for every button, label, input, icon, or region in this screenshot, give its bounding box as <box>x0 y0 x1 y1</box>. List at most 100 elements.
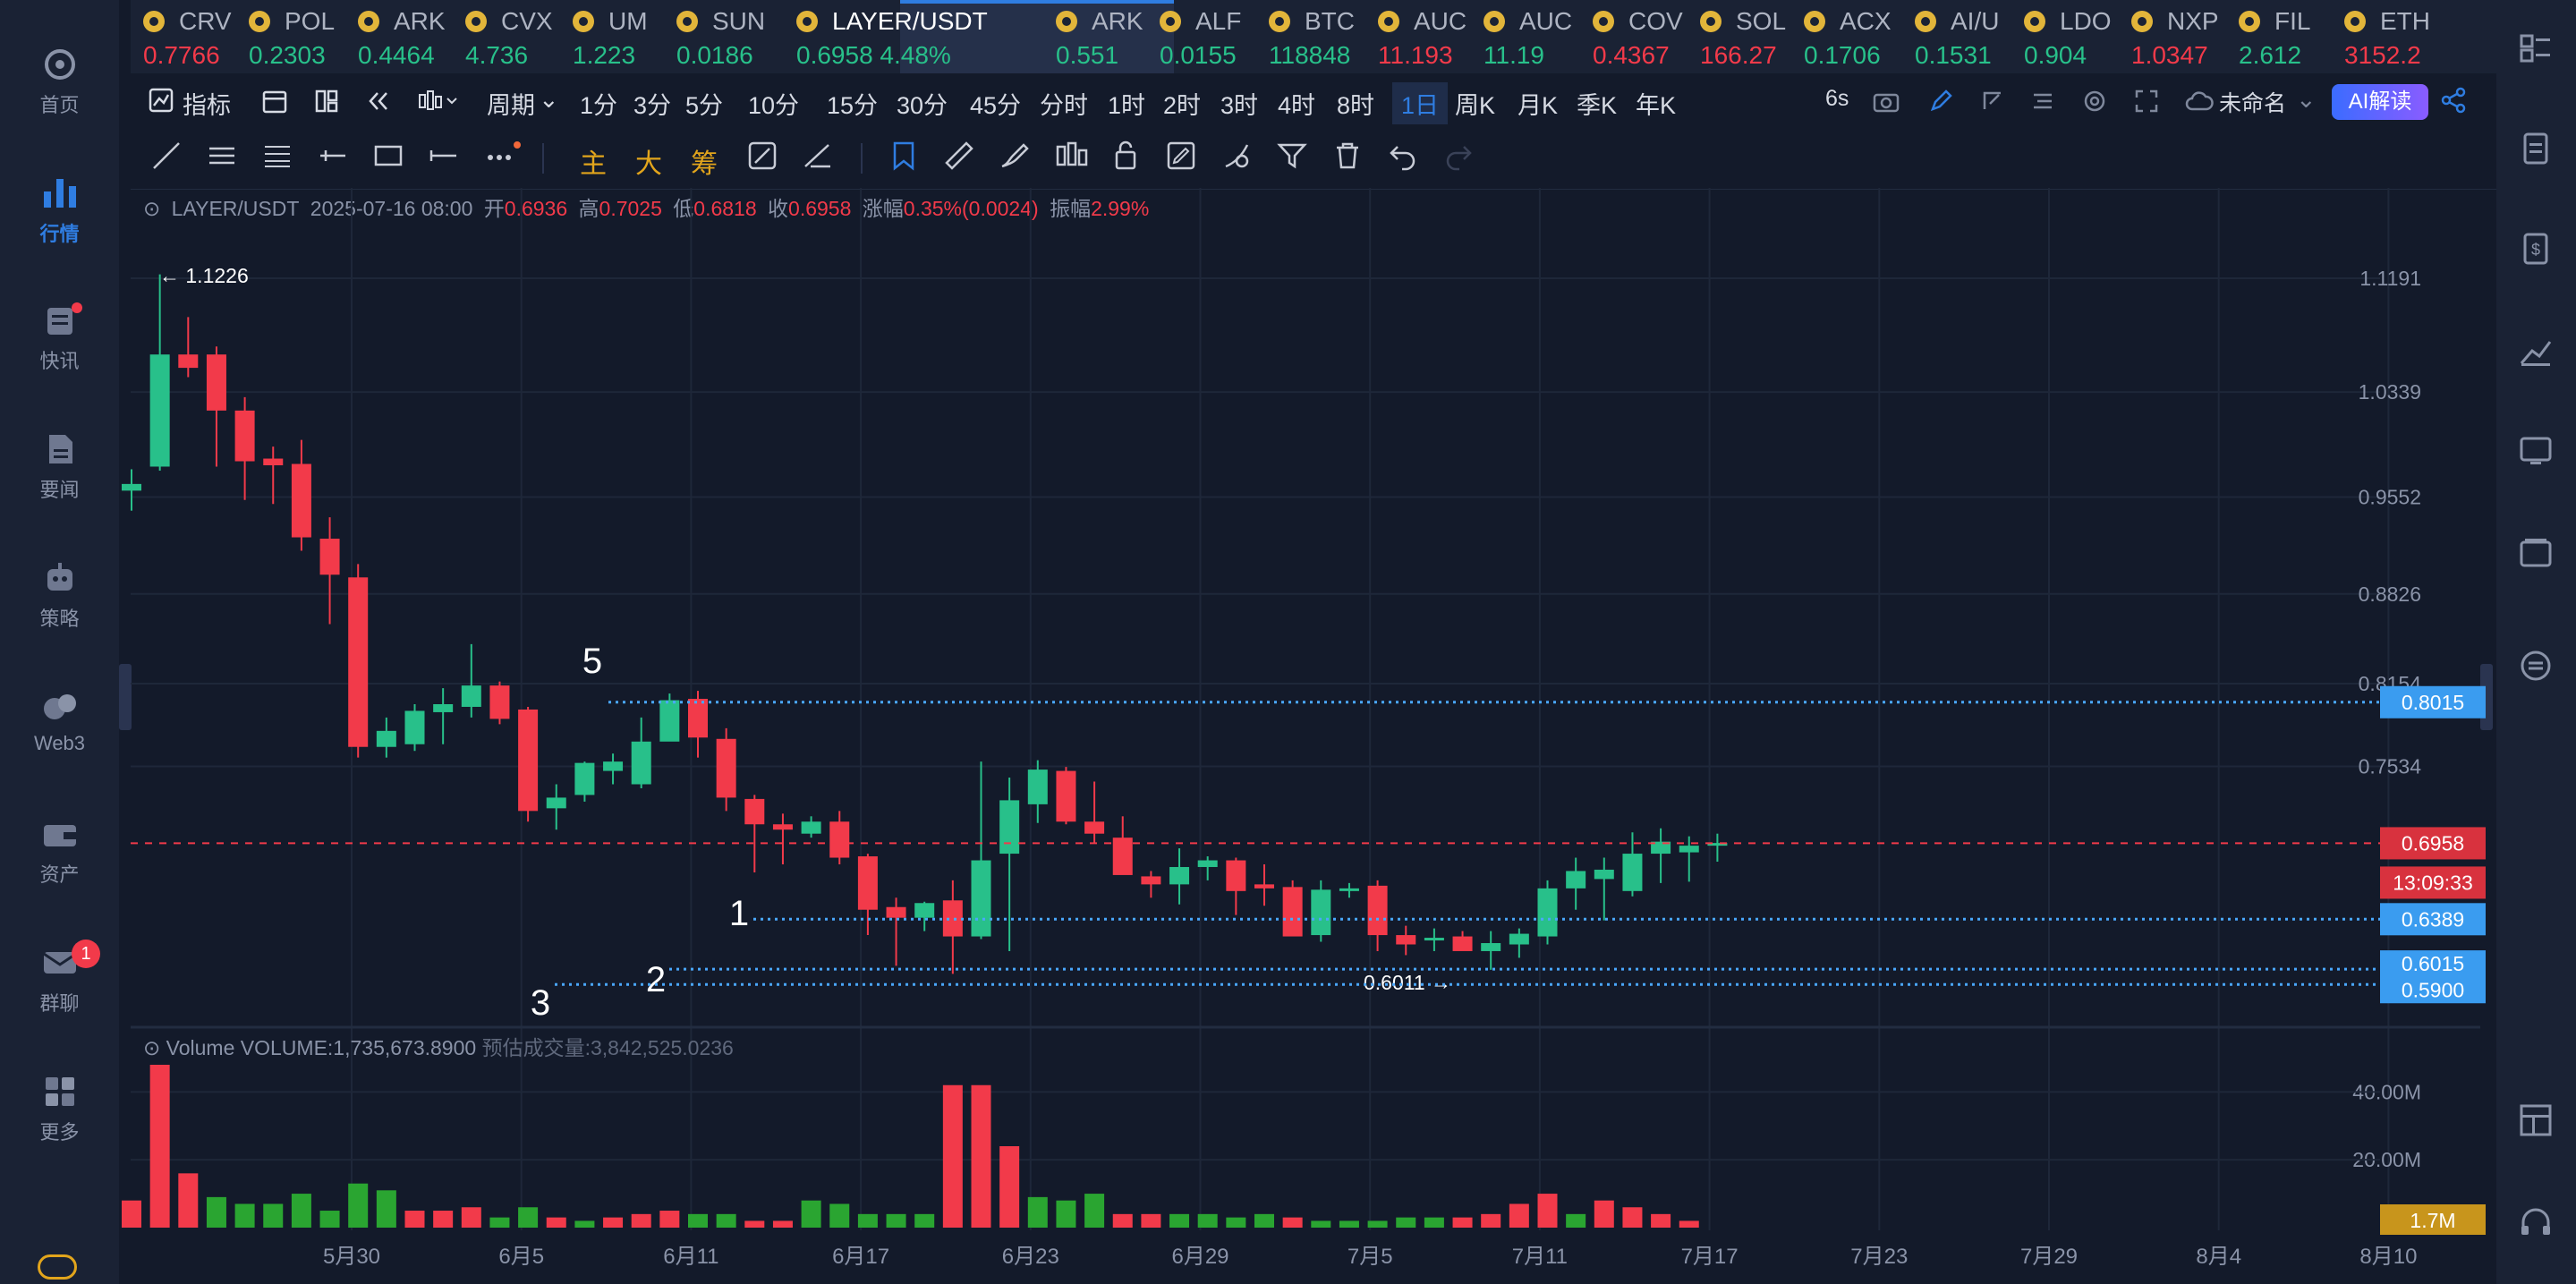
candle-body[interactable] <box>319 539 340 575</box>
candle-body[interactable] <box>942 900 963 937</box>
low-price-marker: 0.6011 → <box>1364 971 1451 994</box>
volume-bar <box>971 1084 991 1228</box>
y-axis-tick-label: 0.9552 <box>2359 485 2421 508</box>
volume-bar <box>404 1211 425 1228</box>
candle-body[interactable] <box>461 685 481 707</box>
candle-body[interactable] <box>744 798 765 825</box>
candle-body[interactable] <box>546 797 566 809</box>
volume-value: VOLUME:1,735,673.8900 <box>240 1036 477 1059</box>
candle-body[interactable] <box>971 860 991 937</box>
countdown-tag: 13:09:33 <box>2393 871 2473 894</box>
candle-body[interactable] <box>1282 887 1303 937</box>
volume-bar <box>1226 1217 1246 1228</box>
candle-body[interactable] <box>1537 888 1558 937</box>
volume-bar <box>1027 1196 1048 1228</box>
level-price-tag: 0.6015 <box>2402 952 2464 975</box>
candle-body[interactable] <box>772 824 793 830</box>
volume-bar <box>1197 1213 1218 1228</box>
candle-body[interactable] <box>1339 888 1359 891</box>
volume-bar <box>744 1220 765 1228</box>
volume-bar <box>1651 1213 1671 1228</box>
volume-bar <box>801 1200 821 1228</box>
volume-bar <box>376 1190 396 1228</box>
collapse-chevron-icon[interactable]: ⊙ <box>143 1036 160 1059</box>
volume-bar <box>546 1217 566 1228</box>
volume-current-tag: 1.7M <box>2410 1209 2455 1232</box>
candle-body[interactable] <box>206 354 226 411</box>
volume-estimate: 预估成交量:3,842,525.0236 <box>481 1036 734 1059</box>
level-number-label: 3 <box>531 983 550 1023</box>
candle-body[interactable] <box>1169 866 1190 885</box>
current-price-tag: 0.6958 <box>2402 831 2464 855</box>
volume-bar <box>1339 1220 1359 1228</box>
candle-body[interactable] <box>631 741 651 785</box>
candle-body[interactable] <box>149 354 170 467</box>
y-axis-tick-label: 0.7534 <box>2359 755 2422 778</box>
candle-body[interactable] <box>1197 860 1218 867</box>
candle-body[interactable] <box>1027 770 1048 804</box>
candle-body[interactable] <box>1056 770 1076 822</box>
candle-body[interactable] <box>234 410 255 462</box>
volume-bar <box>1282 1217 1303 1228</box>
candle-body[interactable] <box>999 800 1020 855</box>
candle-body[interactable] <box>716 738 736 798</box>
level-price-tag: 0.8015 <box>2402 691 2464 714</box>
volume-bar <box>942 1084 963 1228</box>
volume-bar <box>433 1211 454 1228</box>
candlestick-chart[interactable]: 5月30 6月5 6月11 6月17 6月23 6月29 7月5 7月11 7月17 7月23 7月… <box>0 0 2576 1284</box>
volume-bar <box>206 1196 226 1228</box>
volume-bar <box>857 1213 878 1228</box>
volume-bar <box>1481 1213 1501 1228</box>
candle-body[interactable] <box>1084 821 1105 834</box>
candle-body[interactable] <box>1481 943 1501 951</box>
volume-bar <box>1509 1203 1529 1228</box>
candle-body[interactable] <box>1452 936 1473 951</box>
volume-bar <box>631 1213 651 1228</box>
candle-body[interactable] <box>801 821 821 834</box>
candle-body[interactable] <box>1509 933 1529 945</box>
candle-body[interactable] <box>1367 885 1388 936</box>
candle-body[interactable] <box>291 463 311 538</box>
candle-body[interactable] <box>433 704 454 712</box>
candle-body[interactable] <box>829 821 850 858</box>
volume-bar <box>574 1220 595 1228</box>
volume-bar <box>263 1203 284 1228</box>
volume-bar <box>1311 1220 1331 1228</box>
level-number-label: 5 <box>582 642 602 681</box>
trading-app: { "sidebar": { "items": [ {"label": "首页"… <box>0 0 2576 1284</box>
candle-body[interactable] <box>263 458 284 465</box>
volume-bar <box>319 1211 340 1228</box>
candle-body[interactable] <box>404 710 425 744</box>
candle-body[interactable] <box>1311 889 1331 936</box>
candle-body[interactable] <box>1679 846 1699 853</box>
volume-bar <box>659 1211 680 1228</box>
candle-body[interactable] <box>178 354 199 369</box>
candle-body[interactable] <box>1254 884 1274 889</box>
candle-body[interactable] <box>857 856 878 910</box>
candle-body[interactable] <box>376 730 396 747</box>
candle-body[interactable] <box>659 700 680 742</box>
volume-bar <box>1056 1200 1076 1228</box>
candle-body[interactable] <box>886 906 906 918</box>
candle-body[interactable] <box>1226 860 1246 891</box>
candle-body[interactable] <box>122 483 141 491</box>
candle-body[interactable] <box>518 709 539 812</box>
candle-body[interactable] <box>1566 871 1586 889</box>
volume-bar <box>1594 1200 1614 1228</box>
volume-bar <box>1424 1217 1444 1228</box>
candle-body[interactable] <box>603 761 624 771</box>
candle-body[interactable] <box>1622 854 1643 891</box>
candle-body[interactable] <box>1424 938 1444 941</box>
candle-body[interactable] <box>1594 869 1614 880</box>
volume-bar <box>1254 1213 1274 1228</box>
candle-body[interactable] <box>1396 935 1416 945</box>
volume-title: Volume <box>166 1036 235 1059</box>
candle-body[interactable] <box>574 762 595 795</box>
candle-body[interactable] <box>489 685 510 719</box>
candle-body[interactable] <box>914 903 935 918</box>
candle-body[interactable] <box>688 699 708 738</box>
candle-body[interactable] <box>348 577 369 747</box>
x-axis-tick-label: 6月5 <box>498 1245 544 1269</box>
candle-body[interactable] <box>1141 876 1161 885</box>
volume-bar <box>149 1065 170 1228</box>
